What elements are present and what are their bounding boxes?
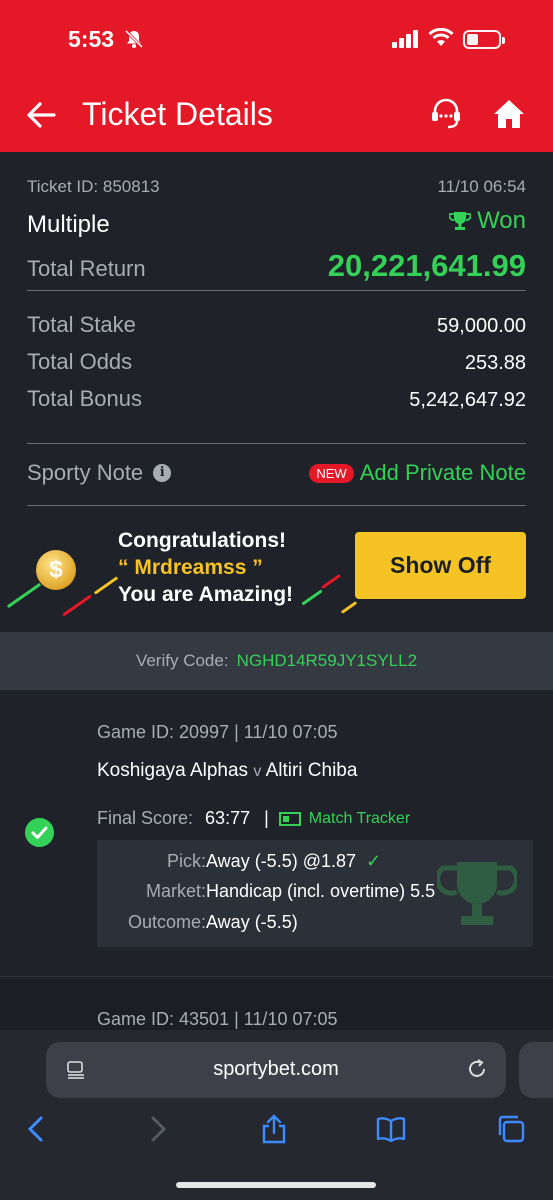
divider — [0, 976, 553, 977]
share-icon[interactable] — [259, 1114, 289, 1144]
total-stake-label: Total Stake — [27, 312, 136, 337]
pick-label: Pick: — [166, 851, 206, 871]
back-icon[interactable] — [22, 1114, 52, 1144]
address-bar[interactable]: sportybet.com — [46, 1042, 506, 1098]
total-return-value: 20,221,641.99 — [327, 248, 526, 283]
ticket-id: Ticket ID: 850813 — [27, 177, 160, 196]
pick-details-box: Pick: Away (-5.5) @1.87 ✓ Market: Handica… — [97, 840, 533, 947]
new-badge: NEW — [309, 463, 354, 483]
market-label: Market: — [145, 881, 206, 901]
home-indicator[interactable] — [176, 1182, 376, 1188]
match-tracker-link[interactable]: Match Tracker — [309, 810, 410, 828]
ticket-summary: Ticket ID: 850813 11/10 06:54 Multiple W… — [0, 152, 553, 632]
tabs-icon[interactable] — [496, 1114, 526, 1144]
total-return-row: Total Return 20,221,641.99 — [27, 248, 526, 284]
final-score-row: Final Score: 63:77 | Match Tracker — [97, 808, 410, 829]
ticket-type-row: Multiple Won — [27, 207, 526, 239]
total-bonus-value: 5,242,647.92 — [409, 389, 526, 411]
info-icon[interactable]: i — [153, 464, 172, 482]
divider — [27, 443, 526, 444]
congrats-text: Congratulations! “ Mrdreamss ” You are A… — [118, 527, 293, 608]
confetti-streak — [340, 601, 358, 614]
ticket-datetime: 11/10 06:54 — [437, 177, 526, 196]
trophy-icon — [449, 212, 472, 230]
separator: | — [264, 808, 269, 828]
add-private-note-button[interactable]: NEW Add Private Note — [309, 460, 526, 486]
confetti-streak — [93, 576, 119, 595]
confetti-streak — [321, 573, 341, 590]
page-title: Ticket Details — [82, 96, 273, 132]
total-odds-label: Total Odds — [27, 349, 133, 374]
status-bar: 5:53 — [0, 0, 553, 80]
sporty-note: Sporty Note i — [27, 460, 172, 486]
total-return-label: Total Return — [27, 256, 146, 281]
total-stake-value: 59,000.00 — [437, 315, 526, 337]
show-off-button[interactable]: Show Off — [355, 532, 526, 599]
game-card: Game ID: 20997 | 11/10 07:05 Koshigaya A… — [0, 690, 553, 980]
congrats-line3: You are Amazing! — [118, 583, 294, 606]
total-bonus-row: Total Bonus 5,242,647.92 — [27, 386, 526, 412]
bookmarks-icon[interactable] — [376, 1114, 406, 1144]
ticket-id-row: Ticket ID: 850813 11/10 06:54 — [27, 177, 526, 197]
total-odds-row: Total Odds 253.88 — [27, 349, 526, 375]
match-tracker-icon[interactable] — [278, 811, 301, 826]
next-tab-preview[interactable] — [519, 1042, 553, 1098]
confetti-streak — [6, 582, 42, 609]
divider — [27, 505, 526, 506]
status-time: 5:53 — [68, 26, 115, 52]
congrats-line1: Congratulations! — [118, 529, 286, 552]
final-score-value: 63:77 — [205, 808, 251, 828]
sporty-note-row: Sporty Note i NEW Add Private Note — [27, 460, 526, 486]
verify-code-bar: Verify Code: NGHD14R59JY1SYLL2 — [0, 632, 553, 690]
divider — [27, 290, 526, 291]
congrats-username: “ Mrdreamss ” — [118, 556, 263, 579]
verify-code-label: Verify Code: — [135, 651, 229, 670]
pick-value-wrap: Away (-5.5) @1.87 ✓ — [206, 851, 381, 872]
forward-icon[interactable] — [142, 1114, 172, 1144]
confetti-streak — [62, 594, 92, 617]
away-team: Altiri Chiba — [265, 760, 358, 781]
reload-icon[interactable] — [466, 1058, 488, 1080]
back-arrow-icon[interactable] — [24, 98, 58, 132]
bell-off-icon — [124, 29, 144, 49]
won-status: Won — [449, 207, 526, 235]
market-value: Handicap (incl. overtime) 5.5 — [206, 881, 436, 901]
game-id: Game ID: 20997 | 11/10 07:05 — [97, 722, 338, 742]
won-label: Won — [477, 207, 526, 234]
wifi-icon — [428, 28, 454, 46]
game-id: Game ID: 43501 | 11/10 07:05 — [97, 1009, 338, 1029]
home-team: Koshigaya Alphas — [97, 760, 249, 781]
versus-label: v — [253, 763, 262, 780]
total-odds-value: 253.88 — [464, 352, 526, 374]
check-circle-icon — [25, 818, 54, 847]
check-icon: ✓ — [366, 851, 382, 871]
total-bonus-label: Total Bonus — [27, 386, 142, 411]
confetti-streak — [301, 589, 323, 606]
battery-icon — [463, 30, 505, 49]
add-private-note-label: Add Private Note — [359, 460, 526, 485]
coin-icon: $ — [36, 550, 76, 590]
outcome-value: Away (-5.5) — [206, 912, 298, 932]
pick-value: Away (-5.5) @1.87 — [206, 851, 357, 871]
trophy-watermark-icon — [437, 862, 517, 925]
verify-code-value[interactable]: NGHD14R59JY1SYLL2 — [237, 651, 417, 670]
congrats-banner: $ Congratulations! “ Mrdreamss ” You are… — [0, 524, 553, 624]
support-headset-icon[interactable] — [428, 96, 464, 132]
final-score-label: Final Score: — [97, 808, 194, 828]
home-icon[interactable] — [492, 97, 526, 131]
sporty-note-label: Sporty Note — [27, 460, 144, 485]
app-header: 5:53 Ticket Details — [0, 0, 553, 152]
browser-toolbar: sportybet.com — [0, 1030, 553, 1200]
teams: Koshigaya Alphas v Altiri Chiba — [97, 760, 357, 782]
nav-bar: Ticket Details — [0, 80, 553, 152]
url-text: sportybet.com — [213, 1058, 339, 1080]
total-stake-row: Total Stake 59,000.00 — [27, 312, 526, 338]
signal-icon — [392, 30, 418, 48]
outcome-label: Outcome: — [127, 912, 206, 932]
ticket-type: Multiple — [27, 211, 110, 238]
